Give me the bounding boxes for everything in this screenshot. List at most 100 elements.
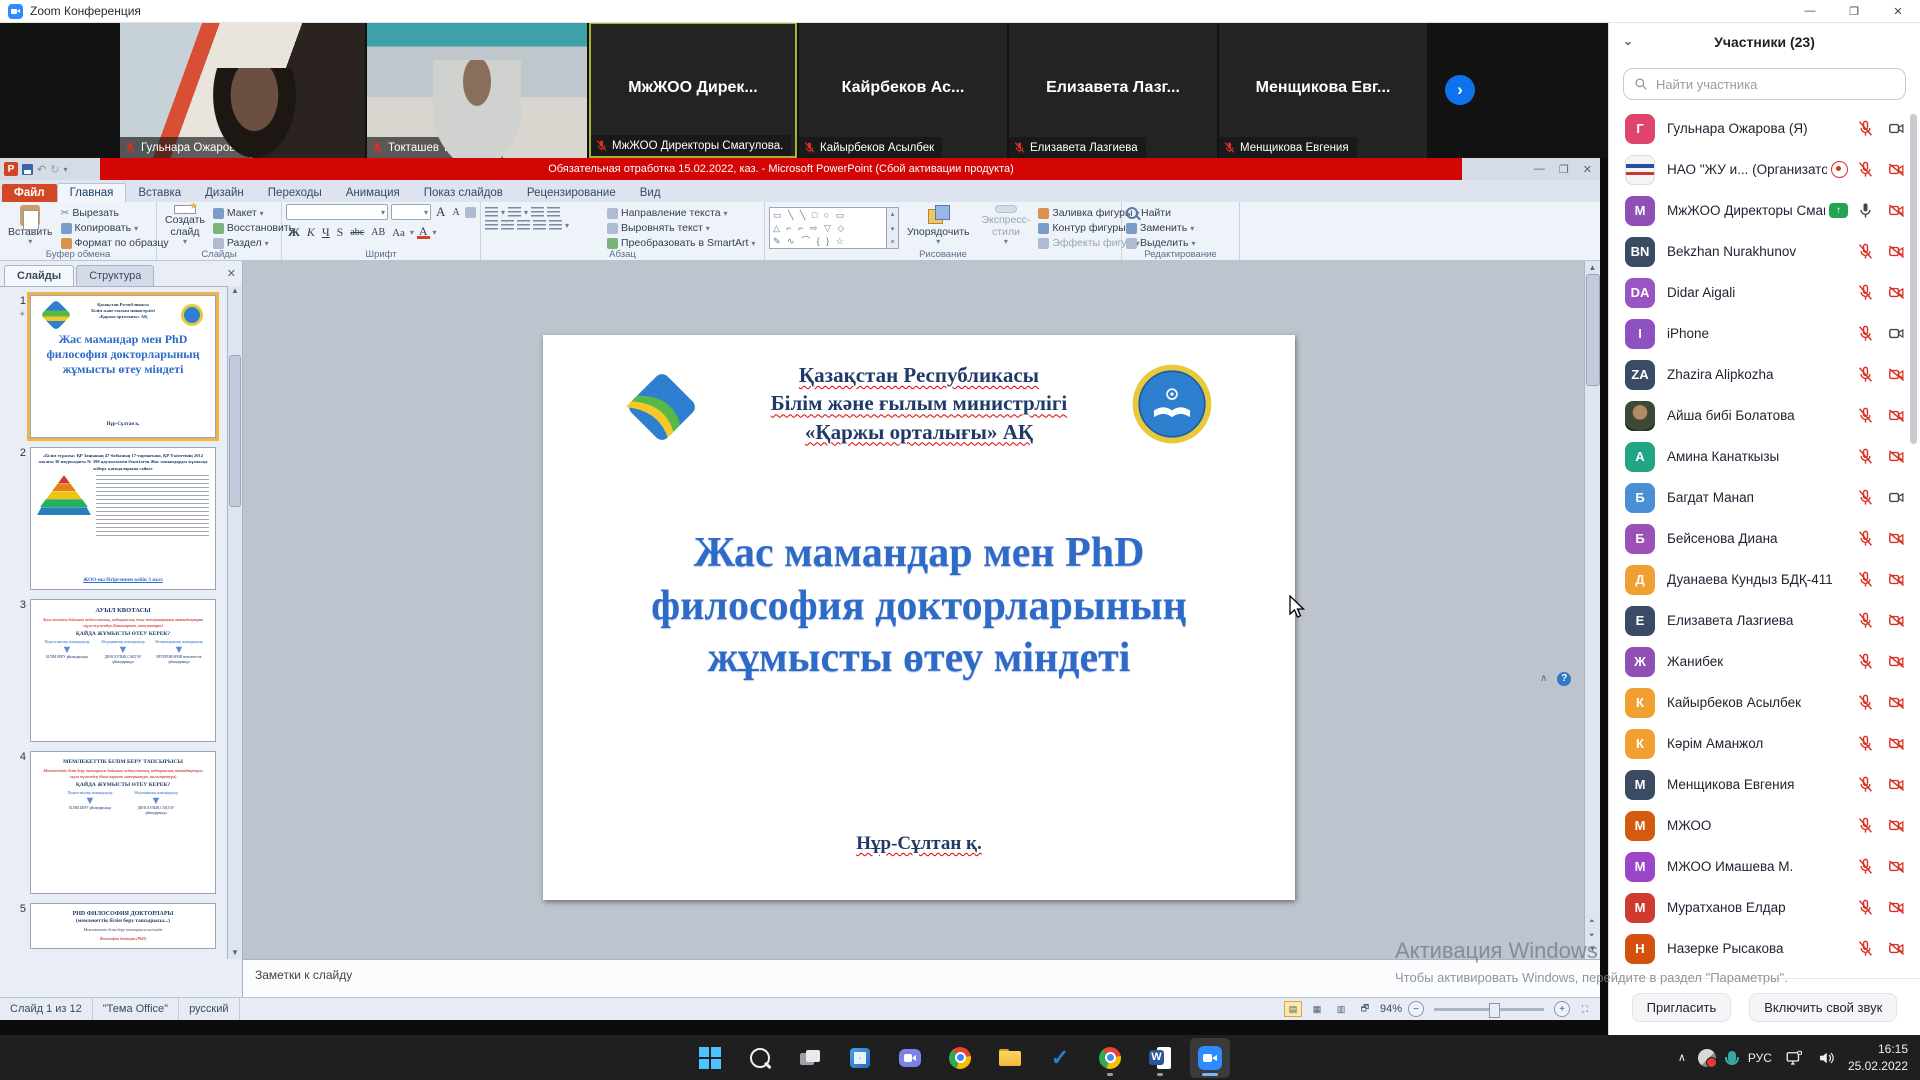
chevron-down-icon[interactable]: ⌄ [1623,34,1633,48]
ribbon-tab[interactable]: Вставка [126,184,193,202]
camera-off-icon[interactable] [1887,898,1906,917]
bold-button[interactable]: Ж [286,225,302,240]
ribbon-tab[interactable]: Вид [628,184,673,202]
network-icon[interactable] [1784,1049,1804,1067]
quick-styles-button[interactable]: Экспресс-стили▾ [977,204,1034,248]
participant-row[interactable]: Б Багдат Манап [1609,477,1920,518]
camera-off-icon[interactable] [1887,242,1906,261]
italic-button[interactable]: К [305,225,317,240]
mic-muted-icon[interactable] [1856,488,1875,507]
mic-muted-icon[interactable] [1856,406,1875,425]
align-right-icon[interactable] [517,220,530,230]
text-shadow-button[interactable]: S [335,225,346,240]
invite-button[interactable]: Пригласить [1632,993,1732,1022]
qat-dropdown-icon[interactable]: ▾ [63,165,67,174]
replace-button[interactable]: Заменить▾ [1126,222,1195,234]
participant-row[interactable]: К Кайырбеков Асылбек [1609,682,1920,723]
camera-off-icon[interactable] [1887,529,1906,548]
camera-off-icon[interactable] [1887,365,1906,384]
arrange-button[interactable]: Упорядочить▾ [903,204,973,248]
ribbon-tab[interactable]: Анимация [334,184,412,202]
camera-off-icon[interactable] [1887,816,1906,835]
camera-off-icon[interactable] [1887,857,1906,876]
mic-on-icon[interactable] [1856,201,1875,220]
columns-icon[interactable] [549,220,562,230]
slide-thumbnail-2[interactable]: «Білім туралы» ҚР Заңының 47-бабының 17-… [30,447,216,590]
camera-off-icon[interactable] [1887,201,1906,220]
format-painter-button[interactable]: Формат по образцу [61,237,169,249]
camera-on-icon[interactable] [1887,119,1906,138]
participant-row[interactable]: DA Didar Aigali [1609,272,1920,313]
ppt-close-button[interactable]: ✕ [1583,163,1592,176]
ribbon-tab[interactable]: Файл [2,184,57,202]
participant-row[interactable]: Е Елизавета Лазгиева [1609,600,1920,641]
zoom-tray-icon[interactable] [1698,1049,1716,1067]
cut-button[interactable]: ✂Вырезать [61,207,169,219]
text-direction-button[interactable]: Направление текста▾ [607,207,755,219]
zoom-out-button[interactable]: − [1408,1001,1424,1017]
participant-row[interactable]: К Кәрім Аманжол [1609,723,1920,764]
new-slide-button[interactable]: Создать слайд ▾ [161,204,209,248]
slide-thumbnail-1[interactable]: Қазақстан Республикасы Білім және ғылым … [30,295,216,438]
search-input[interactable] [1654,76,1895,93]
participant-search[interactable] [1623,68,1906,100]
indent-decrease-icon[interactable] [531,207,544,217]
strikethrough-button[interactable]: abc [348,227,366,238]
camera-off-icon[interactable] [1887,734,1906,753]
browser-button[interactable] [940,1038,980,1078]
slide-thumbnail-5[interactable]: PHD ФИЛОСОФИЯ ДОКТОРЛАРЫ (мемлекеттік бі… [30,903,216,949]
slideshow-view-button[interactable]: 🗗 [1356,1001,1374,1017]
search-button[interactable] [740,1038,780,1078]
ribbon-tab[interactable]: Рецензирование [515,184,628,202]
participant-video-tile[interactable]: МжЖОО Дирек... МжЖОО Директоры Смагулова… [589,22,797,158]
participant-row[interactable]: М МжЖОО Директоры Смаг... ↑ [1609,190,1920,231]
mic-muted-icon[interactable] [1856,898,1875,917]
participant-video-tile[interactable]: Кайрбеков Ас... Кайырбеков Асылбек [799,22,1007,158]
notes-pane[interactable]: Заметки к слайду [243,959,1600,997]
mic-muted-icon[interactable] [1856,611,1875,630]
speaker-icon[interactable] [1816,1049,1836,1067]
mic-muted-icon[interactable] [1856,242,1875,261]
camera-off-icon[interactable] [1887,611,1906,630]
align-center-icon[interactable] [501,220,514,230]
slide-thumbnail-4[interactable]: МЕМЛЕКЕТТІК БІЛІМ БЕРУ ТАПСЫРЫСЫ Мемлеке… [30,751,216,894]
copy-button[interactable]: Копировать▾ [61,222,169,234]
participant-row[interactable]: НАО "ЖУ и... (Организатор) [1609,149,1920,190]
tab-slides[interactable]: Слайды [4,265,74,286]
ribbon-tab[interactable]: Показ слайдов [412,184,515,202]
camera-off-icon[interactable] [1887,283,1906,302]
ribbon-tab[interactable]: Переходы [256,184,334,202]
change-case-button[interactable]: Аа [390,227,407,239]
ribbon-tab[interactable]: Дизайн [193,184,256,202]
participant-row[interactable]: А Амина Канаткызы [1609,436,1920,477]
task-view-button[interactable] [790,1038,830,1078]
minimize-button[interactable]: — [1788,0,1832,22]
char-spacing-button[interactable]: АВ [369,227,387,238]
close-button[interactable]: ✕ [1876,0,1920,22]
tray-chevron-icon[interactable]: ∧ [1678,1051,1686,1064]
camera-off-icon[interactable] [1887,775,1906,794]
participant-row[interactable]: BN Bekzhan Nurakhunov [1609,231,1920,272]
ribbon-tab[interactable]: Главная [57,183,127,202]
mic-muted-icon[interactable] [1856,775,1875,794]
mic-muted-icon[interactable] [1856,734,1875,753]
camera-off-icon[interactable] [1887,693,1906,712]
mic-muted-icon[interactable] [1856,447,1875,466]
clear-formatting-icon[interactable] [465,207,476,218]
mic-muted-icon[interactable] [1856,365,1875,384]
mic-muted-icon[interactable] [1856,283,1875,302]
status-theme[interactable]: "Тема Office" [93,998,179,1020]
current-slide[interactable]: Қазақстан Республикасы Білім және ғылым … [543,335,1295,900]
mic-muted-icon[interactable] [1856,160,1875,179]
mic-muted-icon[interactable] [1856,119,1875,138]
participant-row[interactable]: М Муратханов Елдар [1609,887,1920,928]
zoom-slider[interactable] [1434,1008,1544,1011]
mic-muted-icon[interactable] [1856,857,1875,876]
participant-row[interactable]: Д Дуанаева Кундыз БДҚ-411 [1609,559,1920,600]
slide-sorter-view-button[interactable]: ▦ [1308,1001,1326,1017]
indent-increase-icon[interactable] [547,207,560,217]
participant-row[interactable]: М Менщикова Евгения [1609,764,1920,805]
redo-icon[interactable]: ↻ [50,163,59,176]
file-explorer-button[interactable] [990,1038,1030,1078]
justify-icon[interactable] [533,220,546,230]
